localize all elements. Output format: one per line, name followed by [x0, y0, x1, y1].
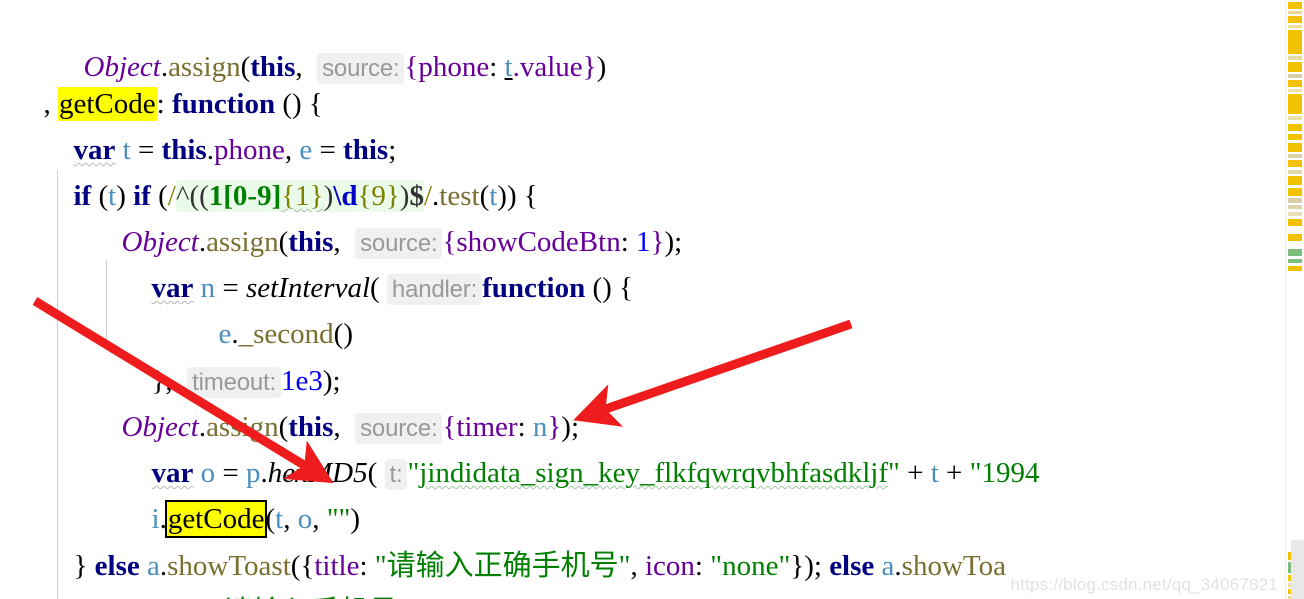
code-line[interactable]: Object.assign(this, source: {timer: n}); — [78, 360, 579, 444]
stripe-mark[interactable] — [1288, 219, 1302, 226]
stripe-mark[interactable] — [1288, 143, 1302, 152]
token-var-t: t — [504, 51, 513, 83]
stripe-mark[interactable] — [1288, 89, 1302, 92]
token-prop-phone: phone — [418, 51, 490, 83]
token-parens: () { — [585, 272, 633, 304]
token-keyword-function: function — [482, 272, 586, 304]
stripe-mark[interactable] — [1288, 170, 1302, 174]
stripe-mark[interactable] — [1288, 212, 1302, 216]
token-string-none: none — [722, 550, 779, 582]
token-prop-icon: icon — [644, 550, 695, 582]
token-string-md5-salt: jindidata_sign_key_flkfqwrqvbhfasdkljf — [419, 457, 889, 489]
token-keyword-else: else — [829, 550, 875, 582]
token-plus: + — [938, 457, 970, 489]
token-quote: " — [969, 457, 982, 489]
stripe-mark[interactable] — [1288, 266, 1302, 271]
token-var-a: a — [881, 550, 895, 582]
code-line[interactable]: var n = setInterval( handler: function ()… — [108, 221, 633, 305]
parameter-hint-handler: handler: — [386, 274, 483, 305]
code-editor-window: Object.assign(this, source: {phone: t.val… — [0, 0, 1304, 599]
token-paren: ( — [370, 272, 380, 304]
token-brace: { — [404, 51, 419, 83]
token-quote: " — [888, 457, 900, 489]
token-plus: + — [899, 457, 931, 489]
token-brace-close: } — [582, 51, 597, 83]
token-comma: , — [630, 550, 645, 582]
token-string-1994: 1994 — [981, 457, 1040, 489]
token-string-invalid-phone: 请输入正确手机号 — [386, 550, 619, 582]
stripe-mark[interactable] — [1288, 249, 1302, 256]
stripe-mark[interactable] — [1288, 74, 1302, 78]
token-var-t: t — [930, 457, 939, 489]
token-end: ); — [664, 226, 683, 258]
code-line[interactable]: } else a.showToast({title: "请输入正确手机号", i… — [30, 499, 1006, 582]
code-line[interactable]: , getCode: function () { — [0, 37, 323, 121]
token-quote: " — [710, 550, 723, 582]
stripe-mark[interactable] — [1288, 116, 1302, 120]
stripe-mark[interactable] — [1288, 134, 1302, 140]
stripe-mark[interactable] — [1288, 16, 1302, 23]
code-line[interactable]: if (t) if (/^((1[0-9]{1})\d{9})$/.test(t… — [30, 129, 538, 212]
stripe-mark[interactable] — [1288, 205, 1302, 209]
token-dot: . — [894, 550, 902, 582]
code-line[interactable]: i.getCode(t, o, "") — [108, 452, 360, 538]
token-end: }); — [790, 550, 830, 582]
watermark-url: https://blog.csdn.net/qq_34067821 — [1010, 575, 1278, 594]
stripe-mark[interactable] — [1288, 62, 1302, 72]
stripe-mark[interactable] — [1288, 94, 1302, 114]
token-method-showtoast-partial: showToa — [901, 550, 1006, 582]
code-line[interactable]: e._second() — [175, 267, 353, 350]
token-brace-close: } — [73, 550, 95, 582]
stripe-mark[interactable] — [1288, 176, 1302, 185]
stripe-mark[interactable] — [1288, 30, 1302, 54]
parameter-hint-source: source: — [317, 53, 405, 84]
stripe-mark[interactable] — [1288, 11, 1302, 14]
code-line[interactable]: Object.assign(this, source: {showCodeBtn:… — [78, 175, 682, 259]
stripe-mark[interactable] — [1288, 56, 1302, 60]
stripe-mark[interactable] — [1288, 25, 1302, 28]
stripe-mark[interactable] — [1288, 198, 1302, 203]
token-colon: : — [694, 550, 711, 582]
token-quote: " — [407, 457, 420, 489]
stripe-mark[interactable] — [1288, 259, 1302, 263]
stripe-mark[interactable] — [1288, 124, 1302, 131]
token-paren-close: ) — [596, 51, 607, 83]
stripe-mark[interactable] — [1288, 160, 1302, 167]
parameter-hint-t: t: — [384, 459, 408, 490]
vertical-scrollbar-thumb[interactable] — [1291, 540, 1304, 599]
token-quote: " — [778, 550, 791, 582]
stripe-mark[interactable] — [1288, 80, 1302, 87]
code-line[interactable]: var o = p.hexMD5( t: "jindidata_sign_key_… — [108, 406, 1040, 490]
code-line[interactable]: var t = this.phone, e = this; — [30, 83, 397, 166]
stripe-mark[interactable] — [1288, 2, 1302, 9]
code-text-area[interactable]: Object.assign(this, source: {phone: t.val… — [0, 0, 1286, 599]
stripe-mark[interactable] — [1288, 154, 1302, 158]
token-brace-close: } — [650, 226, 665, 258]
code-line[interactable]: }, timeout: 1e3); — [108, 314, 341, 398]
token-quote: " — [618, 550, 631, 582]
error-stripe-minimap[interactable] — [1285, 0, 1304, 599]
token-colon: : — [489, 51, 505, 83]
token-dot: . — [512, 51, 520, 83]
stripe-mark[interactable] — [1288, 188, 1302, 196]
token-paren: ( — [367, 457, 378, 489]
token-number-1: 1 — [636, 226, 651, 258]
code-line[interactable]: title: "请输入手机号", — [108, 545, 417, 599]
stripe-mark[interactable] — [1288, 234, 1302, 241]
token-prop-value: value — [519, 51, 583, 83]
